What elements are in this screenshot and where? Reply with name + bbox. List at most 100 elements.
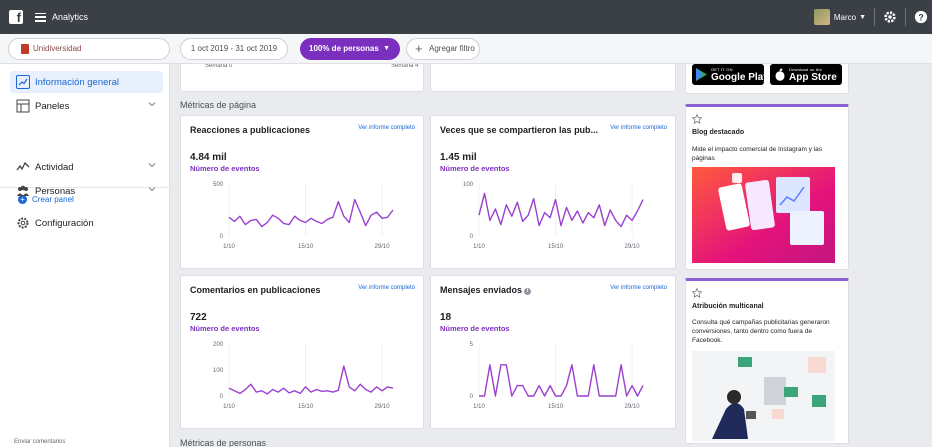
card-metric-label: Número de eventos bbox=[440, 164, 510, 173]
sidebar-item-dashboards[interactable]: Paneles bbox=[10, 95, 163, 117]
add-filter-button[interactable]: + Agregar filtro bbox=[406, 38, 480, 60]
y-tick-label: 0 bbox=[220, 234, 224, 240]
view-full-report-link[interactable]: Ver informe completo bbox=[610, 285, 667, 291]
card-title: Comentarios en publicaciones bbox=[190, 285, 321, 295]
google-play-icon bbox=[696, 68, 707, 81]
user-menu-caret-icon[interactable]: ▼ bbox=[859, 14, 866, 21]
user-name[interactable]: Marco bbox=[834, 13, 856, 22]
x-tick-label: 1/10 bbox=[223, 244, 235, 250]
send-feedback-link[interactable]: Enviar comentarios bbox=[14, 439, 65, 445]
card-title: Reacciones a publicaciones bbox=[190, 125, 311, 135]
divider bbox=[905, 8, 906, 26]
overview-chart-icon bbox=[16, 75, 30, 89]
sidebar-item-overview[interactable]: Información general bbox=[10, 71, 163, 93]
filter-bar-overlay: Unidiversidad 1 oct 2019 - 31 oct 2019 1… bbox=[0, 34, 932, 64]
section-title-people-metrics: Métricas de personas bbox=[180, 438, 267, 447]
blog-title: Blog destacado bbox=[692, 129, 745, 136]
google-play-large-text: Google Play bbox=[711, 72, 769, 83]
featured-blog-card[interactable]: Blog destacado Mide el impacto comercial… bbox=[685, 104, 849, 270]
source-label: Unidiversidad bbox=[33, 44, 82, 53]
metric-card-reactions: Reacciones a publicaciones Ver informe c… bbox=[180, 115, 424, 269]
top-bar: f Analytics Marco ▼ ? bbox=[0, 0, 932, 34]
y-tick-label: 500 bbox=[213, 182, 224, 188]
y-tick-label: 200 bbox=[213, 342, 224, 348]
page-icon bbox=[21, 44, 29, 54]
apple-icon bbox=[775, 68, 785, 81]
svg-text:?: ? bbox=[918, 13, 923, 23]
attribution-title: Atribución multicanal bbox=[692, 303, 764, 310]
x-tick-label: 1/10 bbox=[473, 244, 485, 250]
view-full-report-link[interactable]: Ver informe completo bbox=[610, 125, 667, 131]
metric-card-shares: Veces que se compartieron las pub... Ver… bbox=[430, 115, 676, 269]
x-tick-label: 15/10 bbox=[548, 244, 564, 250]
sidebar-item-label: Configuración bbox=[35, 217, 94, 229]
line-chart: 100 0 1/10 15/10 29/10 bbox=[463, 182, 644, 250]
hamburger-menu-icon[interactable] bbox=[35, 12, 46, 22]
series-line bbox=[478, 192, 644, 228]
card-value: 722 bbox=[190, 312, 207, 323]
settings-gear-icon bbox=[17, 217, 29, 229]
card-title: Veces que se compartieron las pub... bbox=[440, 125, 599, 135]
x-tick-label: 29/10 bbox=[625, 244, 641, 250]
app-store-large-text: App Store bbox=[789, 72, 837, 83]
multichannel-attribution-card[interactable]: Atribución multicanal Consulta qué campa… bbox=[685, 278, 849, 444]
y-tick-label: 100 bbox=[463, 182, 474, 188]
chevron-down-icon[interactable] bbox=[147, 160, 157, 170]
blog-description: Mide el impacto comercial de Instagram y… bbox=[692, 146, 823, 162]
divider bbox=[874, 8, 875, 26]
sidebar-item-activity[interactable]: Actividad bbox=[10, 156, 163, 178]
section-title-page-metrics: Métricas de página bbox=[180, 100, 257, 110]
date-range-picker[interactable]: 1 oct 2019 - 31 oct 2019 bbox=[180, 38, 288, 60]
plus-icon: + bbox=[415, 41, 423, 56]
sidebar-item-label: Actividad bbox=[35, 161, 74, 173]
add-filter-label: Agregar filtro bbox=[429, 44, 475, 53]
gear-icon[interactable] bbox=[883, 10, 897, 24]
star-icon[interactable] bbox=[692, 288, 702, 298]
blog-illustration bbox=[692, 167, 835, 263]
view-full-report-link[interactable]: Ver informe completo bbox=[358, 285, 415, 291]
x-tick-label: 15/10 bbox=[298, 404, 314, 410]
x-tick-label: 15/10 bbox=[548, 404, 564, 410]
audience-label: 100% de personas bbox=[309, 44, 379, 53]
chevron-down-icon[interactable] bbox=[147, 184, 157, 194]
sidebar-item-label: Paneles bbox=[35, 100, 70, 112]
card-value: 4.84 mil bbox=[190, 152, 227, 163]
card-metric-label: Número de eventos bbox=[190, 164, 260, 173]
card-value: 18 bbox=[440, 312, 452, 323]
facebook-logo-icon[interactable]: f bbox=[9, 10, 23, 25]
attribution-illustration bbox=[692, 351, 835, 441]
series-line bbox=[228, 365, 394, 395]
app-title: Analytics bbox=[52, 12, 89, 22]
x-tick-label: 29/10 bbox=[375, 404, 391, 410]
avatar[interactable] bbox=[813, 9, 830, 25]
star-icon[interactable] bbox=[692, 114, 702, 124]
audience-filter-dropdown[interactable]: 100% de personas ▼ bbox=[300, 38, 400, 60]
y-tick-label: 0 bbox=[220, 394, 224, 400]
sidebar: Información general Paneles + Crear pane… bbox=[0, 64, 170, 447]
card-metric-label: Número de eventos bbox=[190, 324, 260, 333]
x-tick-label: 29/10 bbox=[625, 404, 641, 410]
dashboards-icon bbox=[16, 99, 30, 113]
chevron-down-icon[interactable] bbox=[147, 99, 157, 109]
x-tick-label: 1/10 bbox=[223, 404, 235, 410]
help-icon[interactable]: ? bbox=[914, 10, 928, 24]
sidebar-item-people[interactable]: Personas bbox=[10, 180, 163, 202]
card-metric-label: Número de eventos bbox=[440, 324, 510, 333]
app-store-badge[interactable]: Download on the App Store bbox=[770, 64, 842, 85]
x-tick-label: 29/10 bbox=[375, 244, 391, 250]
sidebar-item-label: Información general bbox=[35, 76, 119, 88]
series-line bbox=[228, 198, 394, 228]
y-tick-label: 5 bbox=[470, 342, 474, 348]
x-tick-label: 15/10 bbox=[298, 244, 314, 250]
source-selector[interactable]: Unidiversidad bbox=[8, 38, 170, 60]
sidebar-item-settings[interactable]: Configuración bbox=[10, 212, 163, 234]
date-range-label: 1 oct 2019 - 31 oct 2019 bbox=[190, 44, 278, 53]
card-title: Mensajes enviados i bbox=[440, 285, 532, 295]
people-icon bbox=[17, 185, 29, 196]
google-play-badge[interactable]: GET IT ON Google Play bbox=[692, 64, 769, 85]
y-tick-label: 100 bbox=[213, 368, 224, 374]
card-title-text: Mensajes enviados bbox=[440, 285, 523, 295]
info-icon[interactable]: i bbox=[524, 288, 532, 295]
line-chart: 500 0 1/10 15/10 29/10 bbox=[213, 182, 394, 250]
view-full-report-link[interactable]: Ver informe completo bbox=[358, 125, 415, 131]
